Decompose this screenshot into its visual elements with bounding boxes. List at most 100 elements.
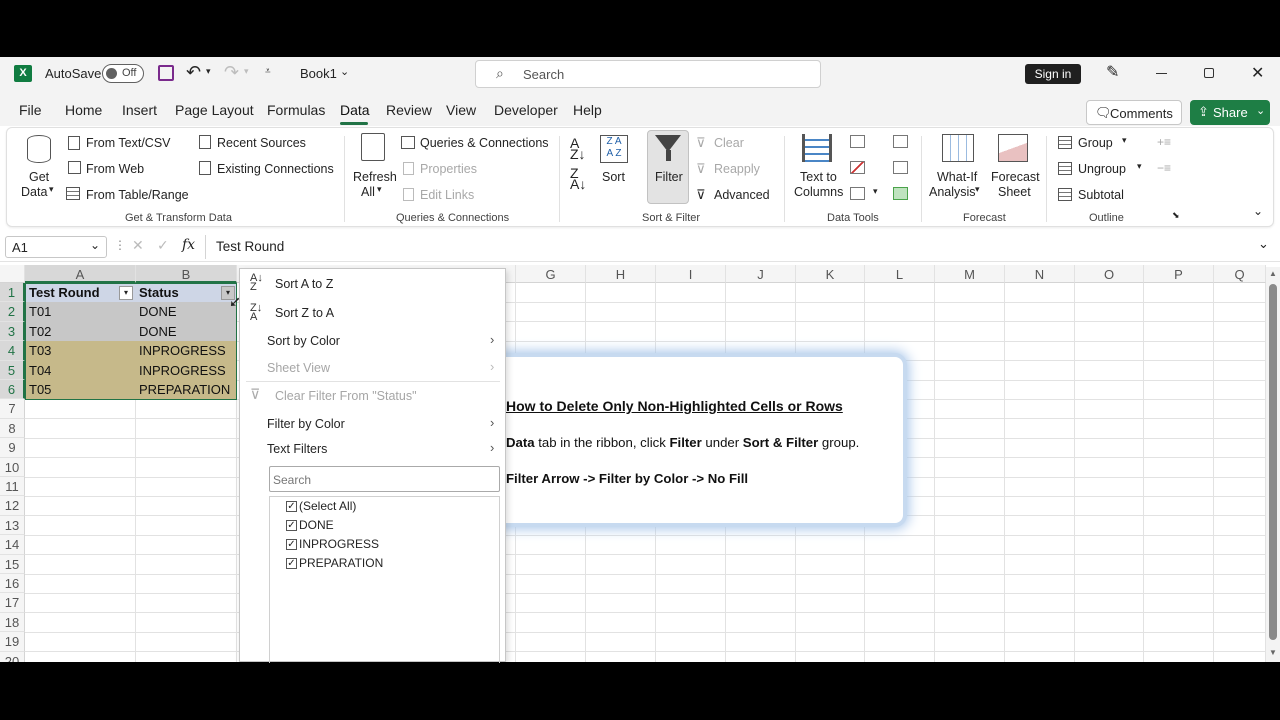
autosave-toggle[interactable]: Off xyxy=(102,64,144,83)
tab-view[interactable]: View xyxy=(446,102,476,118)
scroll-down-icon[interactable]: ▼ xyxy=(1269,648,1277,657)
cancel-icon[interactable]: ✕ xyxy=(132,237,144,254)
forecast-sheet-label-2[interactable]: Sheet xyxy=(998,185,1031,199)
relationships-icon[interactable] xyxy=(893,161,908,174)
get-data-chevron-icon[interactable]: ▾ xyxy=(49,184,54,195)
text-to-columns-icon[interactable] xyxy=(802,134,832,162)
get-data-label[interactable]: Get xyxy=(29,170,49,184)
group-button[interactable]: Group xyxy=(1078,136,1113,150)
show-detail-icon[interactable]: +≡ xyxy=(1157,135,1171,149)
text-filters-item[interactable]: Text Filters xyxy=(267,442,327,456)
filter-option-checkbox[interactable]: ✓ xyxy=(286,558,297,569)
refresh-icon[interactable] xyxy=(361,133,385,161)
edit-links-button[interactable]: Edit Links xyxy=(420,188,474,202)
workbook-chevron-icon[interactable]: ⌄ xyxy=(340,65,349,78)
flash-fill-icon[interactable] xyxy=(850,135,865,148)
restore-icon[interactable] xyxy=(1204,68,1214,78)
column-header[interactable]: G xyxy=(516,265,586,283)
name-box[interactable]: A1 ⌄ xyxy=(5,236,107,258)
column-header[interactable]: N xyxy=(1005,265,1075,283)
vertical-scrollbar[interactable]: ▲ ▼ xyxy=(1266,267,1280,662)
data-validation-chevron-icon[interactable]: ▾ xyxy=(873,186,878,197)
row-header[interactable]: 13 xyxy=(0,515,25,536)
row-header[interactable]: 5 xyxy=(0,360,25,380)
collapse-ribbon-icon[interactable]: ⌄ xyxy=(1253,204,1263,218)
sort-az-icon[interactable]: A Z↓ xyxy=(570,136,586,161)
search-input[interactable]: ⌕ Search xyxy=(475,60,821,88)
clear-filter-item[interactable]: Clear Filter From "Status" xyxy=(275,389,417,403)
filter-search-input[interactable]: Search xyxy=(269,466,500,492)
get-data-label-2[interactable]: Data xyxy=(21,185,47,199)
consolidate-icon[interactable] xyxy=(893,135,908,148)
row-header[interactable]: 4 xyxy=(0,341,25,361)
comments-button[interactable]: 🗨 Comments xyxy=(1086,100,1182,125)
refresh-all-label-2[interactable]: All xyxy=(361,185,375,199)
sort-dialog-icon[interactable]: Z AA Z xyxy=(600,135,628,163)
undo-dropdown-icon[interactable]: ▾ xyxy=(206,66,211,77)
recent-sources-button[interactable]: Recent Sources xyxy=(217,136,306,150)
row-header[interactable]: 16 xyxy=(0,574,25,594)
column-header[interactable]: O xyxy=(1075,265,1144,283)
column-header[interactable]: B xyxy=(136,265,237,283)
filter-option-label[interactable]: PREPARATION xyxy=(299,556,383,570)
redo-dropdown-icon[interactable]: ▾ xyxy=(244,66,249,77)
ungroup-button[interactable]: Ungroup xyxy=(1078,162,1126,176)
column-header[interactable]: K xyxy=(796,265,865,283)
what-if-label-2[interactable]: Analysis xyxy=(929,185,976,199)
row-header[interactable]: 12 xyxy=(0,496,25,516)
tab-review[interactable]: Review xyxy=(386,102,432,118)
text-to-columns-label[interactable]: Text to xyxy=(800,170,837,184)
workbook-name[interactable]: Book1 xyxy=(300,66,337,81)
what-if-label[interactable]: What-If xyxy=(937,170,977,184)
column-header[interactable]: A xyxy=(25,265,136,283)
row-header[interactable]: 8 xyxy=(0,418,25,439)
text-to-columns-label-2[interactable]: Columns xyxy=(794,185,843,199)
ungroup-chevron-icon[interactable]: ▾ xyxy=(1137,161,1142,172)
data-model-icon[interactable] xyxy=(893,187,908,200)
hide-detail-icon[interactable]: −≡ xyxy=(1157,161,1171,175)
refresh-all-label[interactable]: Refresh xyxy=(353,170,397,184)
filter-by-color-item[interactable]: Filter by Color xyxy=(267,417,345,431)
existing-connections-button[interactable]: Existing Connections xyxy=(217,162,334,176)
what-if-icon[interactable] xyxy=(942,134,974,162)
pen-icon[interactable]: ✎ xyxy=(1106,62,1119,82)
customize-qat-icon[interactable]: ⩡ xyxy=(265,66,271,77)
outline-launcher-icon[interactable]: ⬊ xyxy=(1172,210,1180,221)
row-header[interactable]: 1 xyxy=(0,283,25,303)
group-chevron-icon[interactable]: ▾ xyxy=(1122,135,1127,146)
filter-label[interactable]: Filter xyxy=(655,170,683,184)
row-header[interactable]: 11 xyxy=(0,477,25,497)
tab-file[interactable]: File xyxy=(19,102,42,118)
sheet-view-item[interactable]: Sheet View xyxy=(267,361,330,375)
row-header[interactable]: 20 xyxy=(0,651,25,662)
tab-insert[interactable]: Insert xyxy=(122,102,157,118)
column-header[interactable]: Q xyxy=(1214,265,1266,283)
filter-option-checkbox[interactable]: ✓ xyxy=(286,501,297,512)
enter-icon[interactable]: ✓ xyxy=(157,237,169,254)
forecast-sheet-icon[interactable] xyxy=(998,134,1028,162)
filter-option-label[interactable]: INPROGRESS xyxy=(299,537,379,551)
scroll-thumb[interactable] xyxy=(1269,284,1277,640)
sort-by-color-item[interactable]: Sort by Color xyxy=(267,334,340,348)
advanced-button[interactable]: Advanced xyxy=(714,188,770,202)
share-button[interactable]: ⇪ Share ⌄ xyxy=(1190,100,1270,125)
column-header[interactable]: M xyxy=(935,265,1005,283)
row-header[interactable]: 6 xyxy=(0,380,25,400)
tab-home[interactable]: Home xyxy=(65,102,102,118)
row-header[interactable]: 18 xyxy=(0,612,25,633)
remove-duplicates-icon[interactable] xyxy=(850,161,865,174)
filter-option-label[interactable]: DONE xyxy=(299,518,334,532)
row-header[interactable]: 3 xyxy=(0,321,25,342)
scroll-up-icon[interactable]: ▲ xyxy=(1269,269,1277,278)
undo-icon[interactable]: ↶ xyxy=(186,62,201,83)
filter-option-label[interactable]: (Select All) xyxy=(299,499,356,513)
tab-data[interactable]: Data xyxy=(340,102,370,118)
select-all-corner[interactable] xyxy=(0,265,25,283)
forecast-sheet-label[interactable]: Forecast xyxy=(991,170,1040,184)
column-header[interactable]: H xyxy=(586,265,656,283)
from-text-csv-button[interactable]: From Text/CSV xyxy=(86,136,171,150)
minimize-icon[interactable] xyxy=(1156,73,1167,74)
refresh-chevron-icon[interactable]: ▾ xyxy=(377,184,382,195)
close-icon[interactable]: ✕ xyxy=(1251,63,1264,83)
queries-connections-button[interactable]: Queries & Connections xyxy=(420,136,549,150)
